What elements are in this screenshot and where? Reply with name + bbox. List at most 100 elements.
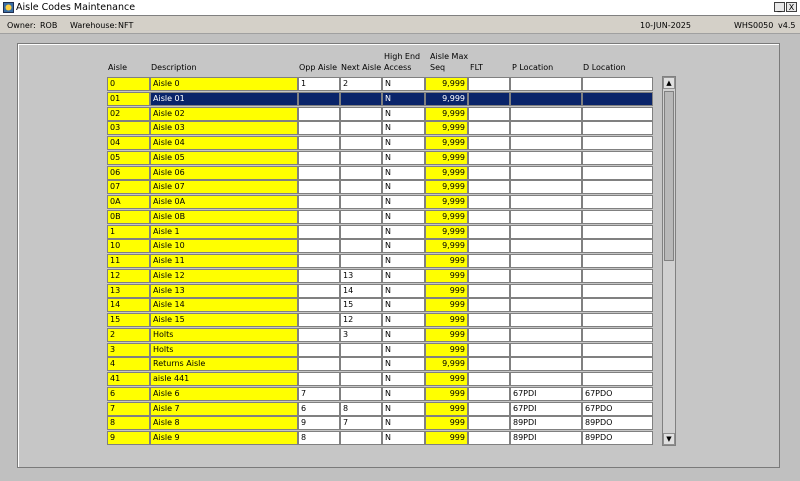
aisle-max-seq-field[interactable]: 9,999 [425,91,468,106]
flt-field[interactable] [468,209,510,224]
d-location-field[interactable] [582,298,653,313]
description-field[interactable]: Aisle 06 [150,165,298,180]
aisle-max-seq-field[interactable]: 9,999 [425,77,468,91]
p-location-field[interactable] [510,195,582,209]
description-field[interactable]: Aisle 07 [150,180,298,195]
opp-aisle-field[interactable] [298,357,340,372]
d-location-field[interactable] [582,106,653,121]
high-end-access-field[interactable]: N [382,239,425,254]
aisle-max-seq-field[interactable]: 999 [425,298,468,313]
d-location-field[interactable] [582,313,653,327]
aisle-code-field[interactable]: 04 [107,136,150,150]
aisle-code-field[interactable]: 01 [107,91,150,106]
aisle-max-seq-field[interactable]: 9,999 [425,180,468,195]
opp-aisle-field[interactable] [298,239,340,254]
aisle-max-seq-field[interactable]: 999 [425,313,468,327]
flt-field[interactable] [468,195,510,209]
next-aisle-field[interactable] [340,121,382,136]
flt-field[interactable] [468,401,510,416]
vertical-scrollbar[interactable]: ▲ ▼ [662,76,676,446]
d-location-field[interactable] [582,150,653,165]
description-field[interactable]: Aisle 04 [150,136,298,150]
description-field[interactable]: Aisle 0A [150,195,298,209]
aisle-code-field[interactable]: 8 [107,416,150,431]
flt-field[interactable] [468,416,510,431]
aisle-code-field[interactable]: 9 [107,431,150,445]
aisle-max-seq-field[interactable]: 999 [425,268,468,283]
next-aisle-field[interactable] [340,136,382,150]
aisle-code-field[interactable]: 12 [107,268,150,283]
next-aisle-field[interactable] [340,239,382,254]
d-location-field[interactable] [582,283,653,298]
opp-aisle-field[interactable]: 6 [298,401,340,416]
aisle-code-field[interactable]: 07 [107,180,150,195]
aisle-code-field[interactable]: 41 [107,372,150,386]
aisle-code-field[interactable]: 3 [107,342,150,357]
description-field[interactable]: Holts [150,327,298,342]
opp-aisle-field[interactable] [298,254,340,268]
flt-field[interactable] [468,180,510,195]
d-location-field[interactable] [582,91,653,106]
aisle-code-field[interactable]: 06 [107,165,150,180]
d-location-field[interactable] [582,224,653,239]
description-field[interactable]: Returns Aisle [150,357,298,372]
flt-field[interactable] [468,136,510,150]
aisle-max-seq-field[interactable]: 999 [425,386,468,401]
high-end-access-field[interactable]: N [382,416,425,431]
p-location-field[interactable] [510,268,582,283]
p-location-field[interactable] [510,224,582,239]
high-end-access-field[interactable]: N [382,180,425,195]
next-aisle-field[interactable]: 2 [340,77,382,91]
high-end-access-field[interactable]: N [382,150,425,165]
aisle-max-seq-field[interactable]: 9,999 [425,150,468,165]
high-end-access-field[interactable]: N [382,401,425,416]
description-field[interactable]: Aisle 0B [150,209,298,224]
aisle-max-seq-field[interactable]: 9,999 [425,165,468,180]
p-location-field[interactable] [510,254,582,268]
p-location-field[interactable] [510,77,582,91]
description-field[interactable]: Aisle 9 [150,431,298,445]
next-aisle-field[interactable] [340,357,382,372]
description-field[interactable]: Aisle 14 [150,298,298,313]
opp-aisle-field[interactable] [298,121,340,136]
aisle-code-field[interactable]: 02 [107,106,150,121]
high-end-access-field[interactable]: N [382,254,425,268]
opp-aisle-field[interactable] [298,313,340,327]
description-field[interactable]: Aisle 0 [150,77,298,91]
opp-aisle-field[interactable] [298,327,340,342]
aisle-code-field[interactable]: 6 [107,386,150,401]
flt-field[interactable] [468,386,510,401]
opp-aisle-field[interactable] [298,224,340,239]
next-aisle-field[interactable] [340,106,382,121]
d-location-field[interactable]: 67PDO [582,401,653,416]
next-aisle-field[interactable] [340,431,382,445]
opp-aisle-field[interactable] [298,268,340,283]
opp-aisle-field[interactable] [298,372,340,386]
high-end-access-field[interactable]: N [382,224,425,239]
description-field[interactable]: Holts [150,342,298,357]
p-location-field[interactable] [510,106,582,121]
aisle-code-field[interactable]: 13 [107,283,150,298]
flt-field[interactable] [468,254,510,268]
p-location-field[interactable] [510,91,582,106]
next-aisle-field[interactable] [340,372,382,386]
p-location-field[interactable] [510,298,582,313]
aisle-code-field[interactable]: 0 [107,77,150,91]
aisle-max-seq-field[interactable]: 999 [425,416,468,431]
flt-field[interactable] [468,372,510,386]
next-aisle-field[interactable] [340,209,382,224]
aisle-code-field[interactable]: 11 [107,254,150,268]
high-end-access-field[interactable]: N [382,136,425,150]
opp-aisle-field[interactable] [298,150,340,165]
opp-aisle-field[interactable] [298,342,340,357]
description-field[interactable]: Aisle 1 [150,224,298,239]
p-location-field[interactable] [510,180,582,195]
p-location-field[interactable] [510,165,582,180]
flt-field[interactable] [468,342,510,357]
flt-field[interactable] [468,313,510,327]
d-location-field[interactable]: 89PDO [582,431,653,445]
flt-field[interactable] [468,298,510,313]
next-aisle-field[interactable] [340,254,382,268]
description-field[interactable]: Aisle 01 [150,91,298,106]
close-button[interactable]: X [786,2,797,12]
